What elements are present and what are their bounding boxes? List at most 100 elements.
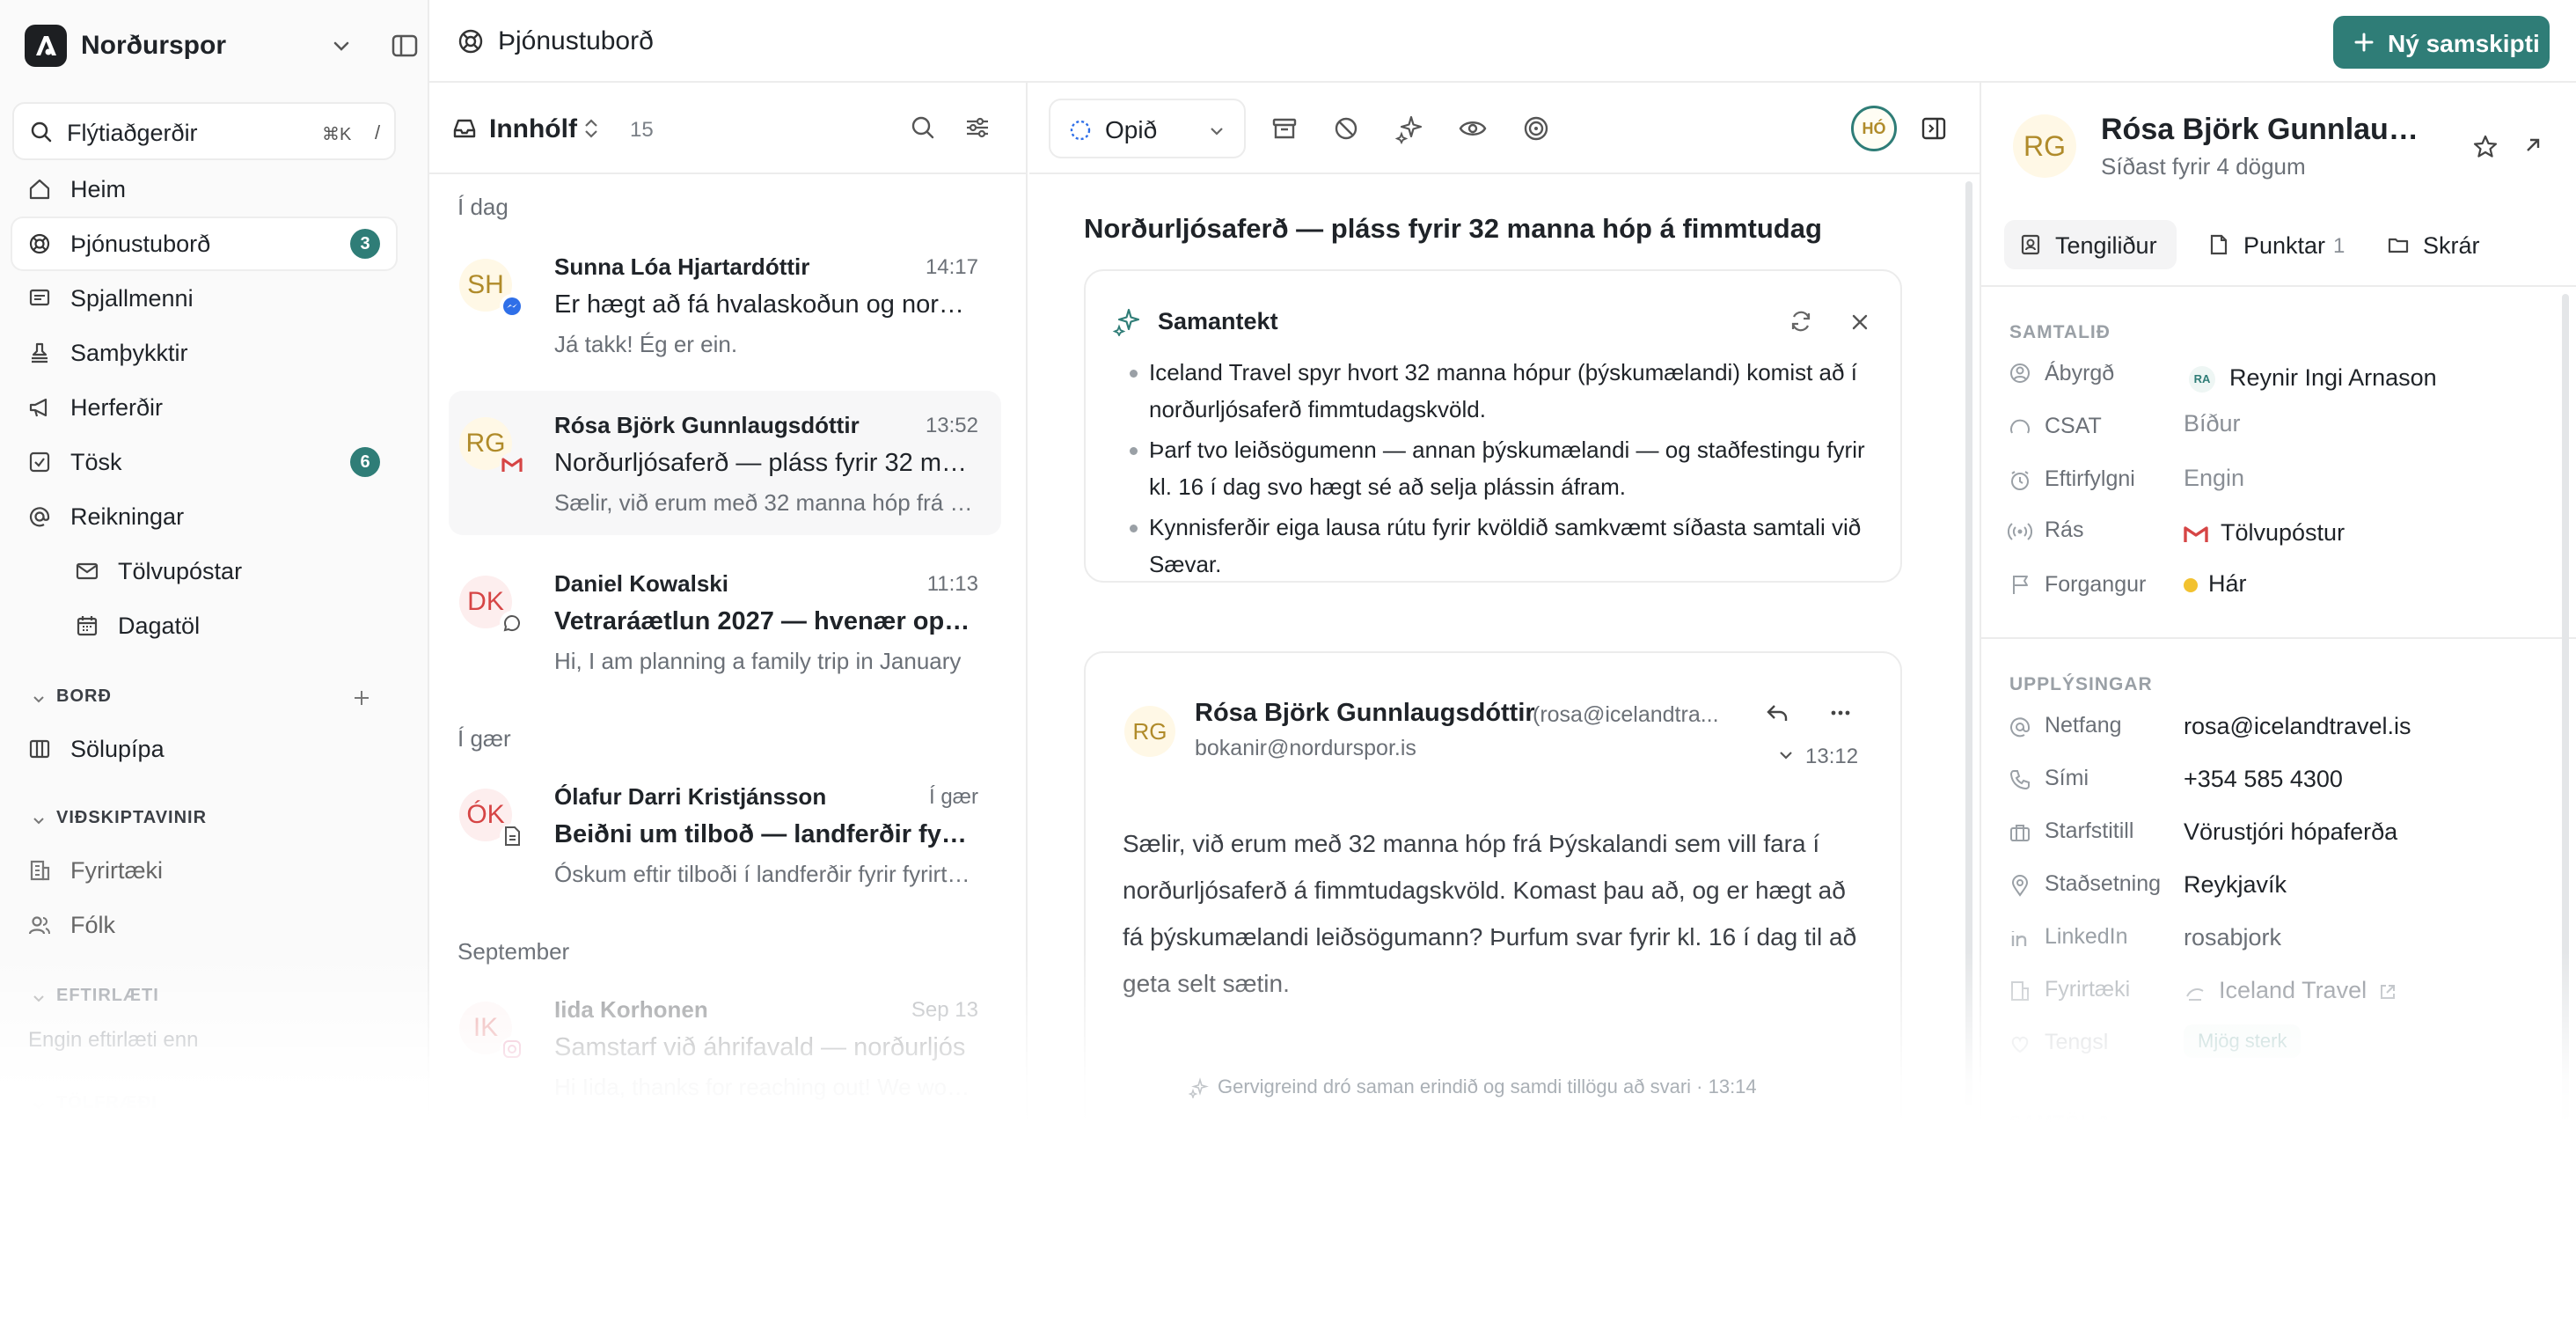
message-sender: Rósa Björk Gunnlaugsdóttir bbox=[1195, 699, 1535, 727]
section-title-upplysingar: UPPLÝSINGAR bbox=[2009, 674, 2153, 694]
field-value[interactable]: Engin bbox=[2184, 465, 2244, 492]
tab-skrar[interactable]: Skrár bbox=[2372, 220, 2530, 269]
open-external-icon[interactable] bbox=[2520, 132, 2546, 158]
email-value[interactable]: rosa@icelandtravel.is bbox=[2184, 713, 2411, 740]
divider bbox=[1981, 285, 2576, 287]
reply-icon[interactable] bbox=[1763, 699, 1791, 727]
refresh-icon[interactable] bbox=[1788, 308, 1814, 334]
sort-icon[interactable] bbox=[579, 116, 604, 141]
nav-item-fyrirtaeki[interactable]: Fyrirtæki bbox=[12, 845, 396, 896]
group-label-september: September bbox=[457, 938, 570, 965]
summary-bullet: Kynnisferðir eiga lausa rútu fyrir kvöld… bbox=[1130, 509, 1870, 583]
section-title-samtol: SAMTÖL 3 bbox=[2009, 1112, 2110, 1133]
assignee-avatar[interactable]: HÓ bbox=[1851, 106, 1897, 151]
sender-name: Ólafur Darri Kristjánsson bbox=[554, 783, 827, 810]
filter-sliders-icon[interactable] bbox=[962, 113, 992, 143]
conversation-scrollbar[interactable] bbox=[1965, 181, 1972, 1105]
nav-item-heim[interactable]: Heim bbox=[12, 164, 396, 215]
star-icon[interactable] bbox=[2470, 132, 2500, 162]
form-icon bbox=[500, 824, 524, 848]
nav-item-dagatol[interactable]: Dagatöl bbox=[12, 600, 396, 651]
field-label: Rás bbox=[2045, 518, 2084, 542]
linkedin-icon bbox=[2011, 931, 2027, 946]
nav-item-tolvupostar[interactable]: Tölvupóstar bbox=[12, 546, 396, 597]
contact-scrollbar[interactable] bbox=[2562, 294, 2569, 1121]
inbox-title[interactable]: Innhólf bbox=[489, 114, 577, 144]
nav-item-herferdir[interactable]: Herferðir bbox=[12, 382, 396, 433]
summary-title: Samantekt bbox=[1158, 308, 1278, 334]
inbox-list-pane: Innhólf 15 Í dag SH Sunna Lóa Hjartardót… bbox=[429, 83, 1028, 1336]
nav-item-solupipa[interactable]: Sölupípa bbox=[12, 723, 396, 774]
chevron-down-icon[interactable] bbox=[30, 811, 48, 829]
conversation-preview: Já takk! Ég er ein. bbox=[554, 331, 738, 357]
field-label: CSAT bbox=[2045, 414, 2102, 438]
people-icon bbox=[28, 916, 50, 935]
nav-item-reikningar[interactable]: Reikningar bbox=[12, 491, 396, 542]
nav-item-folk[interactable]: Fólk bbox=[12, 899, 396, 951]
job-title-value[interactable]: Vörustjóri hópaferða bbox=[2184, 818, 2397, 846]
priority-value[interactable]: Hár bbox=[2184, 570, 2247, 598]
eye-icon[interactable] bbox=[1457, 113, 1489, 144]
new-conversation-button[interactable]: Ný samskipti bbox=[2333, 16, 2550, 69]
conversation-item[interactable]: DK Daniel Kowalski 11:13 Vetraráætlun 20… bbox=[449, 549, 1001, 694]
tab-tengilidur[interactable]: Tengiliður bbox=[2004, 220, 2177, 269]
external-link-icon[interactable] bbox=[2377, 981, 2398, 1002]
channel-value[interactable]: Tölvupóstur bbox=[2184, 519, 2345, 547]
phone-value[interactable]: +354 585 4300 bbox=[2184, 766, 2343, 793]
relationship-value[interactable]: Mjög sterk bbox=[2184, 1024, 2302, 1058]
inbox-header: Innhólf 15 bbox=[429, 83, 1028, 174]
chevron-down-icon[interactable] bbox=[327, 32, 355, 60]
nav-item-samthykktir[interactable]: Samþykktir bbox=[12, 327, 396, 378]
lifebuoy-icon bbox=[29, 233, 50, 254]
nav-item-thjonustubord[interactable]: Þjónustuborð 3 bbox=[12, 218, 396, 269]
sidebar-toggle-icon[interactable] bbox=[389, 30, 421, 62]
field-label: Fyrirtæki bbox=[2045, 977, 2131, 1002]
location-value[interactable]: Reykjavík bbox=[2184, 871, 2287, 899]
tab-punktar[interactable]: Punktar 1 bbox=[2192, 220, 2360, 269]
page-title: Þjónustuborð bbox=[498, 26, 654, 55]
group-label-today: Í dag bbox=[457, 194, 509, 220]
nav-item-label: Fyrirtæki bbox=[70, 857, 163, 884]
sparkles-icon[interactable] bbox=[1394, 113, 1425, 144]
add-board-icon[interactable] bbox=[350, 686, 373, 709]
chevron-down-icon[interactable] bbox=[30, 1097, 48, 1114]
linkedin-value[interactable]: rosabjork bbox=[2184, 924, 2281, 951]
target-icon[interactable] bbox=[1520, 113, 1552, 144]
sparkles-icon bbox=[1112, 308, 1140, 336]
at-icon bbox=[2010, 717, 2030, 738]
status-select[interactable]: Opið bbox=[1049, 99, 1246, 158]
workspace-switcher[interactable]: Norðurspor bbox=[25, 25, 418, 67]
conversation-subject: Beiðni um tilboð — landferðir fyrir hóp bbox=[554, 820, 977, 848]
section-title-eftirlaeti[interactable]: EFTIRLÆTI bbox=[56, 986, 159, 1006]
field-value[interactable]: Bíður bbox=[2184, 410, 2241, 437]
slash-hint: / bbox=[375, 121, 381, 143]
search-icon[interactable] bbox=[908, 113, 938, 143]
conversation-toolbar: Opið HÓ bbox=[1029, 83, 1980, 174]
conversation-time: 14:17 bbox=[925, 255, 978, 279]
archive-icon[interactable] bbox=[1269, 113, 1300, 144]
nav-item-label: Tösk bbox=[70, 449, 122, 475]
field-label: LinkedIn bbox=[2045, 924, 2128, 949]
assignee-value[interactable]: RA Reynir Ingi Arnason bbox=[2189, 364, 2437, 393]
conversation-item[interactable]: ÓK Ólafur Darri Kristjánsson Í gær Beiðn… bbox=[449, 762, 1001, 907]
chevron-down-icon[interactable] bbox=[1775, 745, 1797, 766]
section-title-bord[interactable]: BORÐ bbox=[56, 686, 112, 707]
nav-item-spjallmenni[interactable]: Spjallmenni bbox=[12, 273, 396, 324]
panel-toggle-icon[interactable] bbox=[1918, 113, 1950, 144]
chevron-down-icon[interactable] bbox=[30, 989, 48, 1007]
conversation-item-selected[interactable]: RG Rósa Björk Gunnlaugsdóttir 13:52 Norð… bbox=[449, 391, 1001, 535]
nav-item-label: Tölvupóstar bbox=[118, 558, 243, 584]
conversation-item[interactable]: IK Iida Korhonen Sep 13 Samstarf við áhr… bbox=[449, 975, 1001, 1119]
company-value[interactable]: Iceland Travel bbox=[2184, 977, 2398, 1004]
more-options-icon[interactable] bbox=[1826, 699, 1855, 727]
close-icon[interactable] bbox=[1848, 310, 1872, 334]
sender-name: Rósa Björk Gunnlaugsdóttir bbox=[554, 412, 860, 438]
chevron-down-icon[interactable] bbox=[30, 690, 48, 708]
conversation-item[interactable]: SH Sunna Lóa Hjartardóttir 14:17 Er hægt… bbox=[449, 232, 1001, 377]
block-icon[interactable] bbox=[1330, 113, 1362, 144]
section-title-tolfraedi[interactable]: TÖLFRÆÐI bbox=[56, 1093, 157, 1113]
nav-item-tosk[interactable]: Tösk 6 bbox=[12, 437, 396, 488]
section-title-vidskiptavinir[interactable]: VIÐSKIPTAVINIR bbox=[56, 808, 207, 828]
quick-actions-search[interactable]: Flýtiaðgerðir ⌘K / bbox=[12, 102, 396, 160]
conversation-preview: Hi Iida, thanks for reaching out! We wou… bbox=[554, 1074, 977, 1100]
